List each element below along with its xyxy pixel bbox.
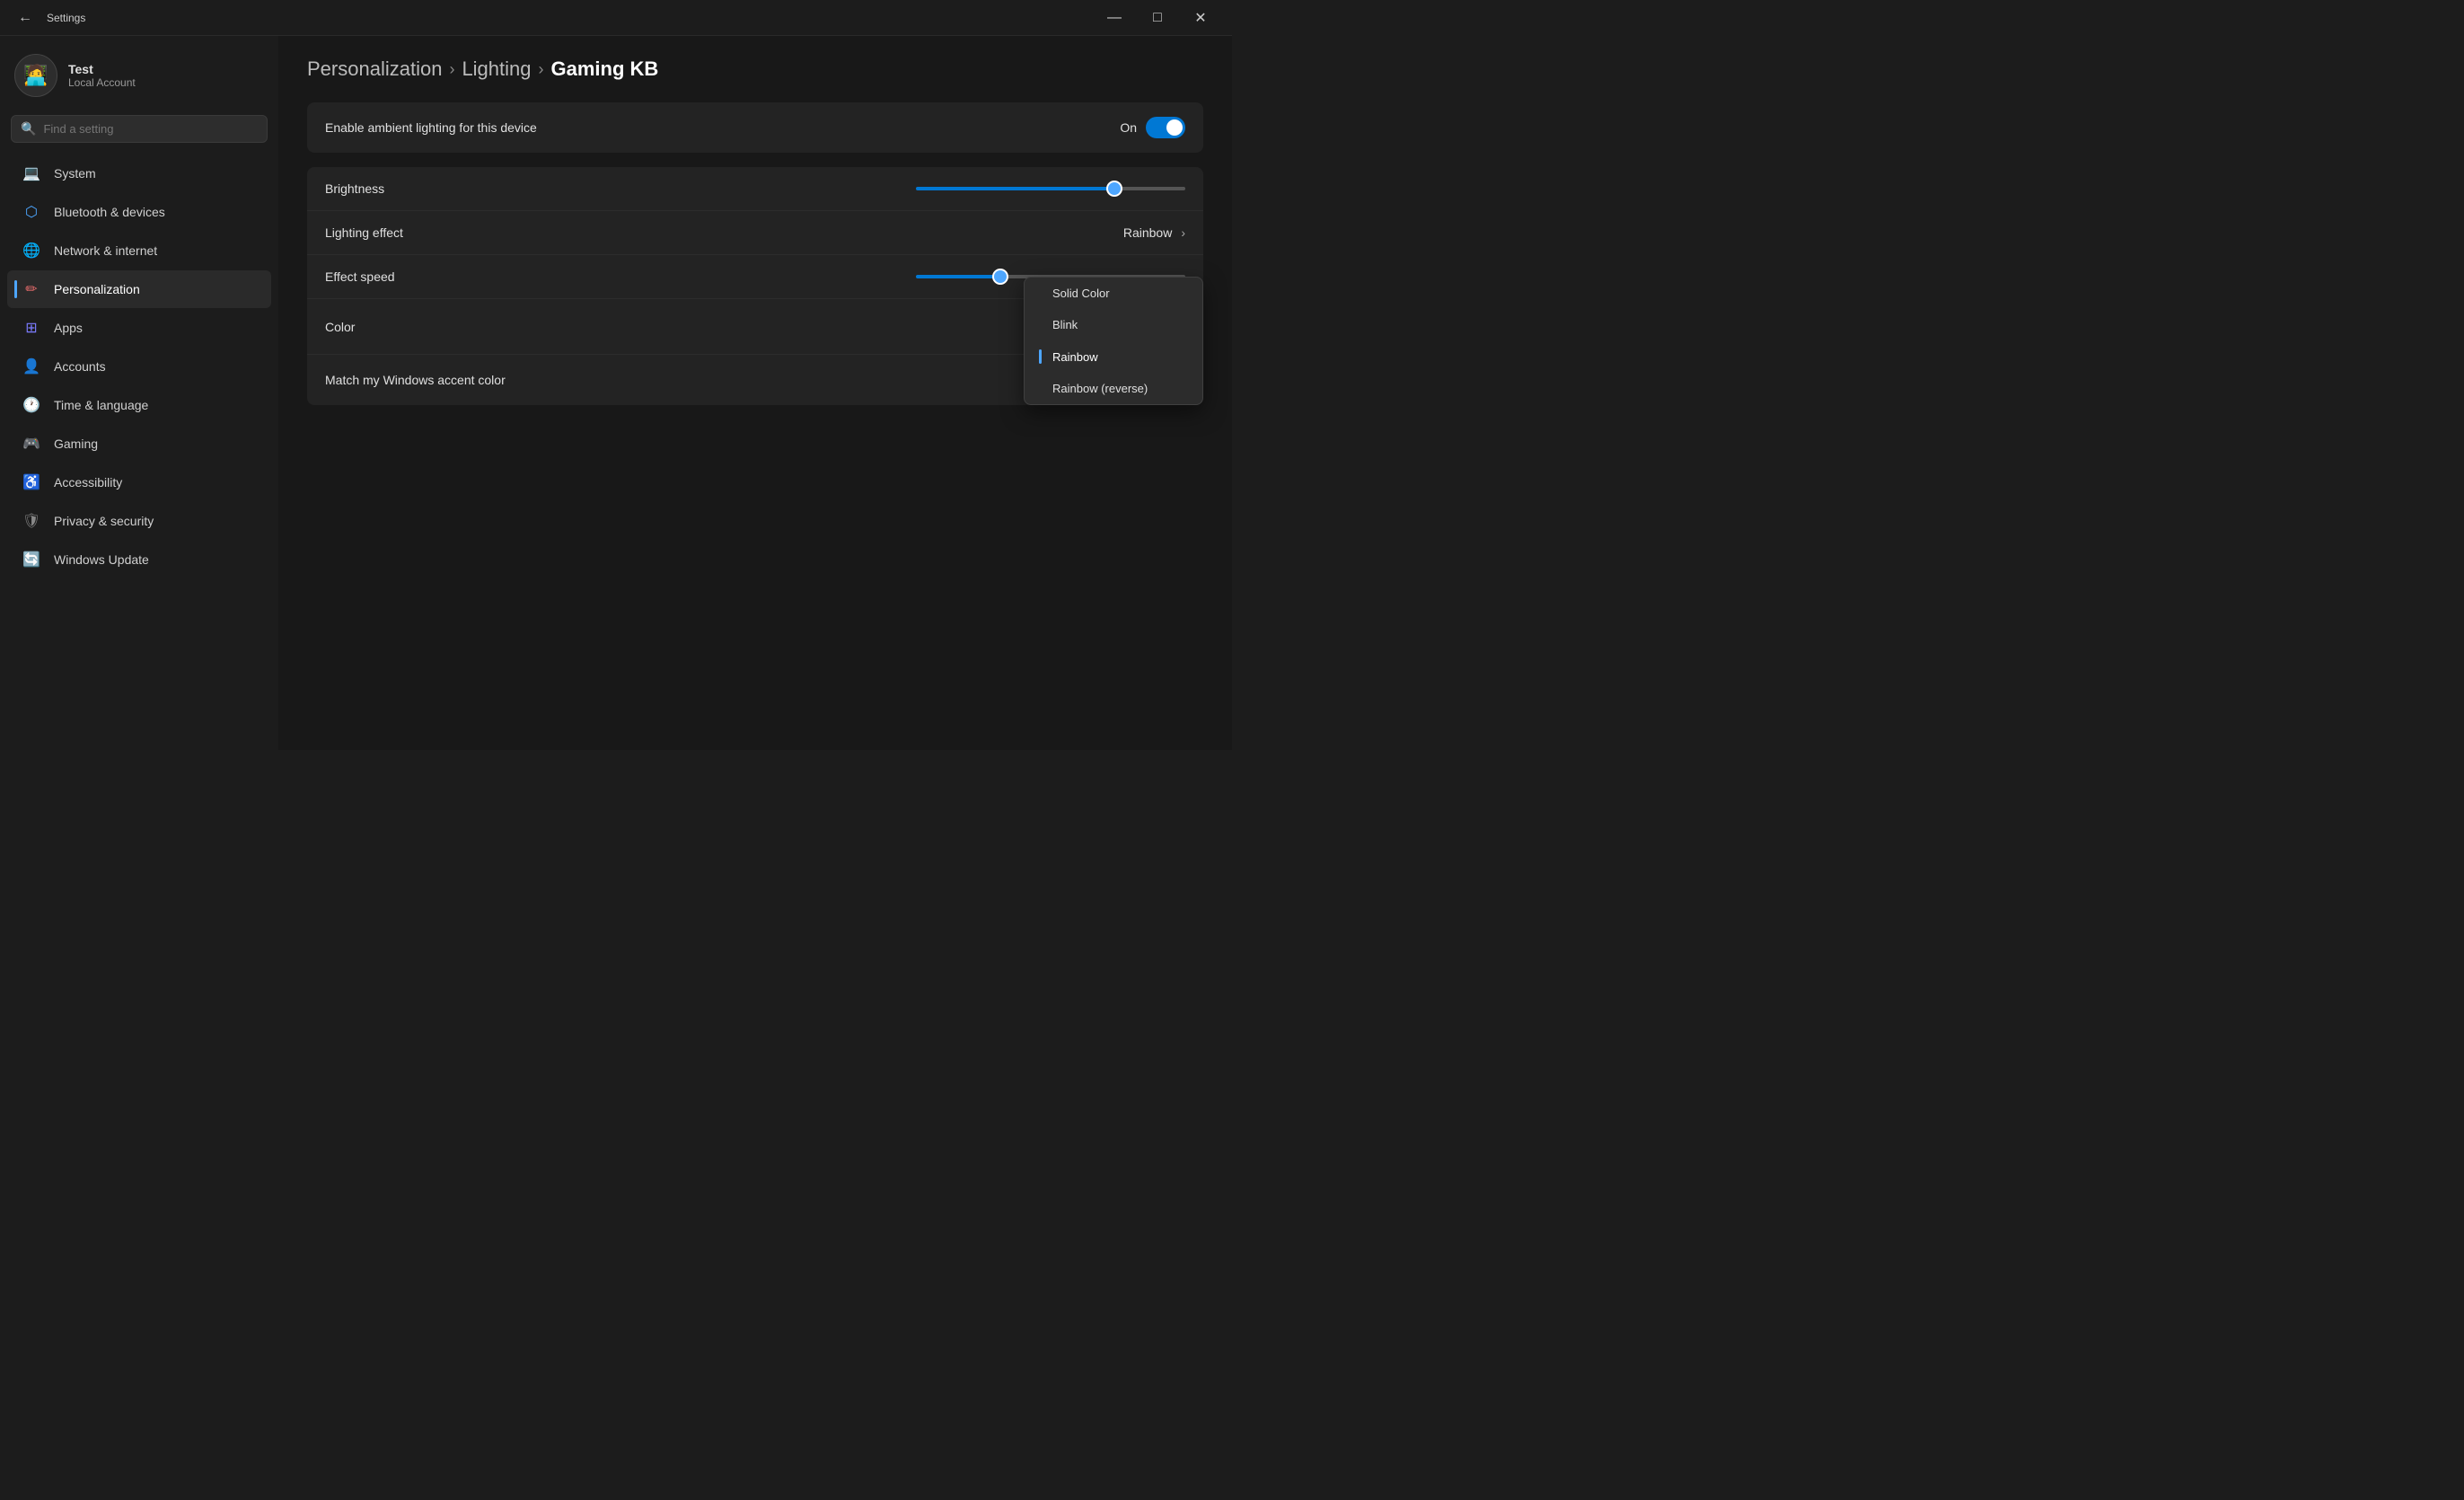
sidebar: 🧑‍💻 Test Local Account 🔍 💻 System ⬡ Blue… [0,36,278,750]
lighting-effect-value: Rainbow [1123,225,1172,240]
sidebar-item-update[interactable]: 🔄 Windows Update [7,541,271,578]
sidebar-item-accounts[interactable]: 👤 Accounts [7,348,271,385]
sidebar-item-label-gaming: Gaming [54,437,98,451]
accessibility-icon: ♿ [22,472,41,492]
ambient-label: Enable ambient lighting for this device [325,120,537,135]
breadcrumb-lighting[interactable]: Lighting [462,57,531,81]
main-content: Personalization › Lighting › Gaming KB E… [278,36,1232,750]
dropdown-item-rainbow-(reverse)[interactable]: Rainbow (reverse) [1025,373,1202,404]
update-icon: 🔄 [22,550,41,569]
nav-list: 💻 System ⬡ Bluetooth & devices 🌐 Network… [0,154,278,579]
sidebar-item-gaming[interactable]: 🎮 Gaming [7,425,271,463]
sidebar-item-label-system: System [54,166,96,181]
bluetooth-icon: ⬡ [22,202,41,222]
sidebar-item-label-privacy: Privacy & security [54,514,154,528]
search-container: 🔍 [0,111,278,154]
personalization-icon: ✏ [22,279,41,299]
maximize-button[interactable]: □ [1137,4,1178,32]
search-input[interactable] [43,122,258,136]
sidebar-item-network[interactable]: 🌐 Network & internet [7,232,271,269]
search-box: 🔍 [11,115,268,143]
sidebar-item-label-accounts: Accounts [54,359,106,374]
sidebar-item-label-bluetooth: Bluetooth & devices [54,205,165,219]
sidebar-item-apps[interactable]: ⊞ Apps [7,309,271,347]
brightness-slider-container [916,187,1185,190]
dropdown-item-rainbow[interactable]: Rainbow [1025,340,1202,373]
titlebar-controls: — □ ✕ [1094,4,1221,32]
user-account-type: Local Account [68,76,136,89]
sidebar-item-accessibility[interactable]: ♿ Accessibility [7,463,271,501]
sidebar-item-time[interactable]: 🕐 Time & language [7,386,271,424]
lighting-effect-label: Lighting effect [325,225,403,240]
sidebar-item-bluetooth[interactable]: ⬡ Bluetooth & devices [7,193,271,231]
accent-label: Match my Windows accent color [325,373,506,387]
breadcrumb: Personalization › Lighting › Gaming KB [307,57,1203,81]
breadcrumb-sep-2: › [539,60,544,79]
sidebar-item-system[interactable]: 💻 System [7,154,271,192]
ambient-toggle[interactable] [1146,117,1185,138]
time-icon: 🕐 [22,395,41,415]
gaming-icon: 🎮 [22,434,41,454]
apps-icon: ⊞ [22,318,41,338]
ambient-row: Enable ambient lighting for this device … [307,102,1203,153]
dropdown-item-blink[interactable]: Blink [1025,309,1202,340]
accounts-icon: 👤 [22,357,41,376]
sidebar-item-label-network: Network & internet [54,243,157,258]
avatar-icon: 🧑‍💻 [23,64,48,87]
user-profile[interactable]: 🧑‍💻 Test Local Account [0,47,278,111]
breadcrumb-current: Gaming KB [551,57,659,81]
titlebar: ← Settings — □ ✕ [0,0,1232,36]
lighting-effect-row: Lighting effect Rainbow › [307,211,1203,255]
chevron-down-icon: › [1181,225,1185,240]
sidebar-item-label-update: Windows Update [54,552,149,567]
breadcrumb-personalization[interactable]: Personalization [307,57,442,81]
sidebar-item-privacy[interactable]: 🛡 Privacy & security [7,502,271,540]
system-icon: 💻 [22,163,41,183]
effect-speed-label: Effect speed [325,269,395,284]
titlebar-title: Settings [47,12,85,24]
ambient-card: Enable ambient lighting for this device … [307,102,1203,153]
color-label: Color [325,320,355,334]
minimize-button[interactable]: — [1094,4,1135,32]
brightness-label: Brightness [325,181,384,196]
ambient-control: On [1120,117,1185,138]
avatar: 🧑‍💻 [14,54,57,97]
sidebar-item-label-personalization: Personalization [54,282,140,296]
sidebar-item-label-time: Time & language [54,398,148,412]
privacy-icon: 🛡 [22,511,41,531]
ambient-toggle-track [1146,117,1185,138]
back-button[interactable]: ← [11,6,40,30]
user-info: Test Local Account [68,62,136,89]
lighting-effect-control: Rainbow › [1123,225,1185,240]
sidebar-item-label-accessibility: Accessibility [54,475,122,490]
selected-indicator [1039,349,1042,364]
brightness-slider[interactable] [916,187,1185,190]
brightness-control [916,187,1185,190]
lighting-effect-dropdown: Solid ColorBlinkRainbowRainbow (reverse) [1024,277,1203,405]
close-button[interactable]: ✕ [1180,4,1221,32]
ambient-state-label: On [1120,120,1137,135]
sidebar-item-personalization[interactable]: ✏ Personalization [7,270,271,308]
breadcrumb-sep-1: › [449,60,454,79]
sidebar-item-label-apps: Apps [54,321,83,335]
brightness-row: Brightness [307,167,1203,211]
search-icon: 🔍 [21,121,36,137]
user-name: Test [68,62,136,76]
dropdown-item-solid-color[interactable]: Solid Color [1025,278,1202,309]
network-icon: 🌐 [22,241,41,260]
titlebar-left: ← Settings [11,6,85,30]
app-container: 🧑‍💻 Test Local Account 🔍 💻 System ⬡ Blue… [0,36,1232,750]
